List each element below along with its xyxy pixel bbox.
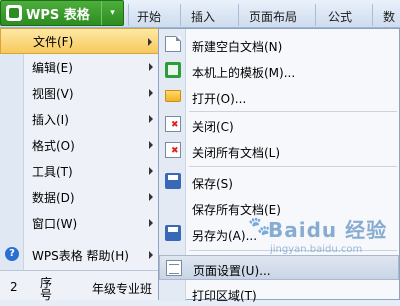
tab-formulas[interactable]: 公式: [328, 8, 352, 25]
baidu-watermark: 🐾 Baidu 经验 jingyan.baidu.com: [248, 214, 398, 258]
submenu-arrow-icon: [149, 251, 153, 259]
tab-separator: [315, 4, 316, 26]
wps-logo-icon: [6, 5, 22, 21]
row-number: 2: [10, 280, 18, 294]
menu-item-label: 编辑(E): [32, 60, 73, 75]
close-document-icon: [165, 116, 181, 132]
tab-home[interactable]: 开始: [137, 8, 161, 25]
tab-separator: [128, 4, 129, 26]
menu-item-label: 数据(D): [32, 190, 75, 205]
submenu-item-label: 页面设置(U)...: [193, 264, 271, 278]
menu-item-edit[interactable]: 编辑(E): [0, 54, 160, 80]
help-icon: ?: [5, 247, 19, 261]
submenu-item-page-setup[interactable]: 页面设置(U)...: [159, 255, 399, 280]
menu-item-label: 文件(F): [33, 34, 74, 49]
new-document-icon: [165, 36, 181, 52]
submenu-arrow-icon: [149, 141, 153, 149]
menu-item-file[interactable]: 文件(F): [0, 28, 160, 54]
wps-app-menu-button[interactable]: WPS 表格 ▾: [0, 0, 124, 26]
sheet-row: 2 序号 年级专业班: [0, 270, 160, 301]
close-all-icon: [165, 142, 181, 158]
submenu-arrow-icon: [149, 219, 153, 227]
menu-item-data[interactable]: 数据(D): [0, 184, 160, 210]
cell-seq-header[interactable]: 序号: [40, 277, 60, 301]
save-as-icon: [165, 225, 181, 241]
submenu-item-print-area[interactable]: 打印区域(T): [159, 281, 399, 306]
page-setup-icon: [166, 260, 182, 276]
submenu-item-label: 关闭(C): [192, 120, 234, 134]
submenu-item-close[interactable]: 关闭(C): [159, 112, 399, 137]
tab-insert[interactable]: 插入: [191, 8, 215, 25]
submenu-item-label: 打印区域(T): [192, 289, 257, 303]
menu-item-label: 视图(V): [32, 86, 74, 101]
watermark-brand: Baidu 经验: [268, 218, 388, 242]
tab-separator: [180, 4, 181, 26]
menu-item-insert[interactable]: 插入(I): [0, 106, 160, 132]
watermark-url: jingyan.baidu.com: [270, 244, 363, 255]
submenu-item-close-all[interactable]: 关闭所有文档(L): [159, 138, 399, 163]
tab-page-layout[interactable]: 页面布局: [249, 8, 297, 25]
menu-item-format[interactable]: 格式(O): [0, 132, 160, 158]
menu-separator: [189, 166, 397, 167]
save-icon: [165, 173, 181, 189]
tab-separator: [372, 4, 373, 26]
submenu-item-label: 本机上的模板(M)...: [192, 66, 296, 80]
chevron-down-icon[interactable]: ▾: [101, 1, 123, 25]
menu-item-help[interactable]: ? WPS表格 帮助(H): [0, 242, 160, 268]
cell-grade[interactable]: 年级专业班: [92, 280, 152, 297]
submenu-item-new-blank[interactable]: 新建空白文档(N): [159, 32, 399, 57]
submenu-arrow-icon: [149, 63, 153, 71]
submenu-item-label: 打开(O)...: [192, 92, 247, 106]
ribbon-tab-bar: WPS 表格 ▾ 开始 插入 页面布局 公式 数据: [0, 0, 400, 41]
submenu-arrow-icon: [148, 38, 152, 46]
open-folder-icon: [165, 90, 181, 102]
file-submenu: 新建空白文档(N) 本机上的模板(M)... 打开(O)... 关闭(C) 关闭…: [158, 28, 400, 303]
menu-item-window[interactable]: 窗口(W): [0, 210, 160, 236]
submenu-arrow-icon: [149, 193, 153, 201]
menu-item-label: 工具(T): [32, 164, 73, 179]
submenu-arrow-icon: [149, 89, 153, 97]
submenu-item-open[interactable]: 打开(O)...: [159, 84, 399, 109]
menu-item-label: WPS表格 帮助(H): [32, 248, 129, 263]
wps-main-menu: 文件(F) 编辑(E) 视图(V) 插入(I) 格式(O) 工具(T) 数据(D…: [0, 28, 160, 300]
submenu-item-save[interactable]: 保存(S): [159, 169, 399, 194]
menu-item-tools[interactable]: 工具(T): [0, 158, 160, 184]
submenu-arrow-icon: [149, 167, 153, 175]
app-title: WPS 表格: [26, 7, 90, 23]
menu-item-label: 窗口(W): [32, 216, 78, 231]
template-icon: [165, 62, 181, 78]
menu-item-view[interactable]: 视图(V): [0, 80, 160, 106]
submenu-item-label: 保存(S): [192, 177, 233, 191]
submenu-item-label: 新建空白文档(N): [192, 40, 283, 54]
submenu-arrow-icon: [149, 115, 153, 123]
menu-item-label: 插入(I): [32, 112, 69, 127]
submenu-item-label: 关闭所有文档(L): [192, 146, 281, 160]
tab-separator: [238, 4, 239, 26]
menu-item-label: 格式(O): [32, 138, 75, 153]
submenu-item-templates[interactable]: 本机上的模板(M)...: [159, 58, 399, 83]
